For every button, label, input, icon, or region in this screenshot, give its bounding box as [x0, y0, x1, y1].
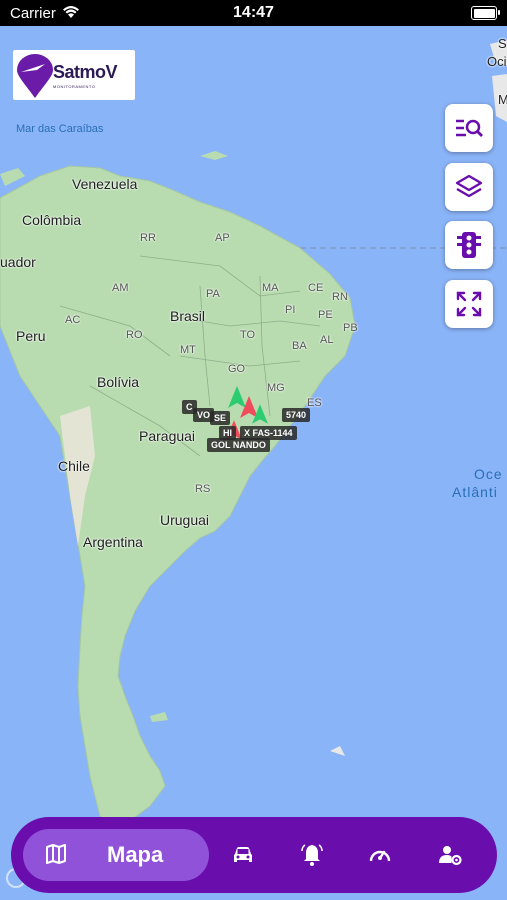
state-label: ES [307, 397, 322, 409]
state-label: RS [195, 483, 211, 495]
state-label: PE [318, 309, 333, 321]
state-label: MT [180, 344, 196, 356]
map-icon [46, 844, 66, 864]
country-label-bolivia: Bolívia [97, 374, 140, 390]
battery-icon [471, 6, 500, 20]
state-label: AL [320, 334, 334, 346]
state-label: RO [126, 329, 143, 341]
logo-tagline: MONITORAMENTO [53, 84, 96, 89]
state-label: CE [308, 282, 324, 294]
vehicle-marker-green[interactable] [252, 404, 268, 424]
car-icon[interactable] [231, 843, 255, 867]
layers-icon [455, 174, 483, 198]
country-label-colombia: Colômbia [22, 212, 82, 228]
state-label: TO [240, 329, 256, 341]
pin-logo-icon [17, 54, 53, 98]
clock: 14:47 [233, 4, 274, 21]
logo-name: SatmoV [53, 62, 118, 82]
state-label: PB [343, 322, 358, 334]
state-label: MG [267, 382, 285, 394]
map-view[interactable]: Mar das Caraíbas Venezuela Colômbia uado… [0, 26, 507, 900]
state-label: BA [292, 340, 307, 352]
search-list-icon [456, 119, 483, 137]
state-label: MA [262, 282, 279, 294]
speedometer-icon[interactable] [368, 843, 392, 867]
country-label-venezuela: Venezuela [72, 176, 138, 192]
country-label-paraguay: Paraguai [139, 428, 196, 444]
state-label: PI [285, 304, 296, 316]
state-label: PA [206, 288, 220, 300]
vehicle-label[interactable]: GOL NANDO [207, 438, 270, 452]
map-label-partial: M [498, 92, 507, 107]
vehicle-label[interactable]: SE [210, 411, 231, 425]
map-label-partial: S [498, 36, 507, 51]
map-label-partial: Oci [487, 54, 507, 69]
traffic-button[interactable] [445, 221, 493, 269]
ocean-label-atlantic-1: Oce [474, 466, 503, 482]
country-label-uruguay: Uruguai [160, 512, 210, 528]
country-label-peru: Peru [16, 328, 46, 344]
fullscreen-button[interactable] [445, 280, 493, 328]
country-label-argentina: Argentina [83, 534, 143, 550]
user-settings-icon[interactable] [438, 843, 462, 867]
search-list-button[interactable] [445, 104, 493, 152]
country-label-ecuador: uador [0, 254, 36, 270]
app-logo: SatmoV MONITORAMENTO [13, 50, 135, 100]
state-label: RN [332, 291, 348, 303]
south-america-land [0, 165, 356, 827]
status-bar: Carrier 14:47 [0, 0, 507, 26]
caribbean-sea-label: Mar das Caraíbas [16, 123, 104, 135]
bell-icon[interactable] [300, 843, 324, 867]
layers-button[interactable] [445, 163, 493, 211]
country-label-chile: Chile [58, 458, 90, 474]
nav-map-label: Mapa [107, 842, 164, 867]
state-label: AP [215, 232, 230, 244]
nav-map-tab[interactable]: Mapa [23, 829, 209, 881]
traffic-light-icon [457, 232, 481, 258]
state-label: GO [228, 363, 246, 375]
bottom-nav: Mapa [11, 817, 497, 893]
fullscreen-icon [456, 291, 482, 317]
state-label: AC [65, 314, 81, 326]
country-label-brazil: Brasil [170, 308, 206, 324]
vehicle-label[interactable]: 5740 [282, 408, 311, 422]
ocean-label-atlantic-2: Atlânti [452, 484, 498, 500]
state-label: AM [112, 282, 129, 294]
state-label: RR [140, 232, 156, 244]
